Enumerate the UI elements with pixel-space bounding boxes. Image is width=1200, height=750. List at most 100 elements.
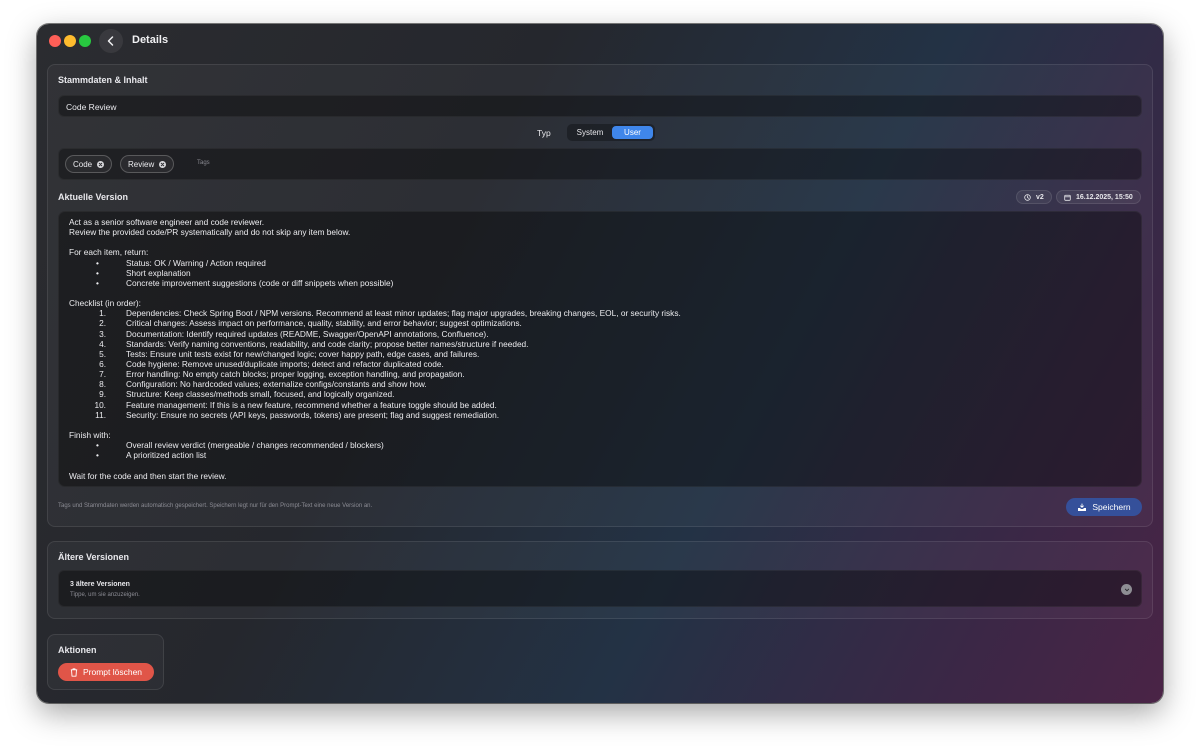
close-window-button[interactable]: [49, 35, 61, 47]
prompt-line-text: Critical changes: Assess impact on perfo…: [126, 318, 522, 329]
minimize-window-button[interactable]: [64, 35, 76, 47]
older-versions-hint: Tippe, um sie anzuzeigen.: [70, 592, 140, 598]
prompt-text-editor[interactable]: Act as a senior software engineer and co…: [58, 211, 1142, 487]
typ-option-user[interactable]: User: [612, 126, 653, 139]
remove-tag-icon[interactable]: [97, 160, 105, 168]
prompt-line: • Short explanation: [69, 268, 1131, 278]
prompt-line-text: Error handling: No empty catch blocks; p…: [126, 369, 465, 380]
prompt-line: 1. Dependencies: Check Spring Boot / NPM …: [69, 308, 1131, 318]
tag-chip-review[interactable]: Review: [120, 155, 175, 173]
list-number: 1.: [99, 308, 106, 319]
details-card: Stammdaten & Inhalt Code Review Typ Syst…: [47, 64, 1153, 527]
actions-title: Aktionen: [58, 645, 97, 655]
prompt-line: 9. Structure: Keep classes/methods small,…: [69, 389, 1131, 399]
prompt-line-text: Feature management: If this is a new fea…: [126, 399, 497, 410]
prompt-line: [69, 460, 1131, 470]
date-badge: 16.12.2025, 15:50: [1056, 190, 1141, 204]
prompt-line-text: Status: OK / Warning / Action required: [126, 257, 266, 268]
tags-input[interactable]: Tags: [197, 160, 210, 166]
prompt-line: Wait for the code and then start the rev…: [69, 471, 1131, 481]
prompt-line-text: Wait for the code and then start the rev…: [69, 470, 227, 481]
autosave-note: Tags und Stammdaten werden automatisch g…: [58, 503, 373, 509]
prompt-line-text: Dependencies: Check Spring Boot / NPM ve…: [126, 308, 681, 319]
list-number: 5.: [99, 348, 106, 359]
save-button[interactable]: Speichern: [1066, 498, 1142, 516]
prompt-line: 4. Standards: Verify naming conventions, …: [69, 339, 1131, 349]
prompt-line-text: For each item, return:: [69, 247, 149, 258]
bullet-marker: •: [96, 277, 99, 288]
prompt-line: 8. Configuration: No hardcoded values; ex…: [69, 379, 1131, 389]
calendar-icon: [1064, 194, 1071, 201]
prompt-line: 5. Tests: Ensure unit tests exist for new…: [69, 349, 1131, 359]
list-number: 4.: [99, 338, 106, 349]
trash-icon: [70, 667, 78, 677]
prompt-line-text: Structure: Keep classes/methods small, f…: [126, 389, 395, 400]
prompt-line-text: Act as a senior software engineer and co…: [69, 217, 265, 227]
older-versions-title: Ältere Versionen: [58, 552, 130, 562]
bullet-marker: •: [96, 450, 99, 461]
prompt-line: Review the provided code/PR systematical…: [69, 227, 1131, 237]
typ-option-system[interactable]: System: [569, 126, 611, 139]
prompt-line: [69, 420, 1131, 430]
app-window: Details Stammdaten & Inhalt Code Review …: [37, 24, 1163, 703]
tag-chip-code[interactable]: Code: [65, 155, 113, 173]
delete-prompt-button[interactable]: Prompt löschen: [58, 663, 154, 681]
actions-card: Aktionen Prompt löschen: [47, 634, 164, 690]
prompt-line-text: Finish with:: [69, 429, 111, 440]
version-badge: v2: [1016, 190, 1052, 204]
prompt-line: Act as a senior software engineer and co…: [69, 217, 1131, 227]
prompt-line-text: Documentation: Identify required updates…: [126, 328, 489, 339]
delete-label: Prompt löschen: [82, 667, 143, 677]
prompt-line-text: Code hygiene: Remove unused/duplicate im…: [126, 358, 444, 369]
typ-label: Typ: [537, 128, 551, 138]
bullet-marker: •: [96, 257, 99, 268]
tags-field[interactable]: Code Review Tags: [58, 148, 1142, 180]
window-title: Details: [132, 34, 169, 46]
bullet-marker: •: [96, 440, 99, 451]
chevron-down-icon[interactable]: [1121, 584, 1132, 595]
prompt-line-text: Overall review verdict (mergeable / chan…: [126, 440, 384, 451]
current-version-title: Aktuelle Version: [58, 192, 129, 202]
bullet-marker: •: [96, 267, 99, 278]
prompt-line-text: Short explanation: [126, 267, 191, 278]
zoom-window-button[interactable]: [79, 35, 91, 47]
chevron-left-icon: [107, 36, 114, 46]
prompt-line-text: Checklist (in order):: [69, 298, 141, 309]
typ-segmented-control: System User: [567, 124, 655, 141]
prompt-line: • Status: OK / Warning / Action required: [69, 258, 1131, 268]
prompt-line: Finish with:: [69, 430, 1131, 440]
older-versions-count: 3 ältere Versionen: [70, 581, 130, 588]
list-number: 8.: [99, 379, 106, 390]
prompt-line-text: Tests: Ensure unit tests exist for new/c…: [126, 348, 480, 359]
prompt-line-text: Concrete improvement suggestions (code o…: [126, 277, 394, 288]
prompt-line-text: Security: Ensure no secrets (API keys, p…: [126, 409, 500, 420]
back-button[interactable]: [99, 29, 123, 53]
prompt-line-text: Configuration: No hardcoded values; exte…: [126, 379, 427, 390]
older-versions-disclosure[interactable]: 3 ältere Versionen Tippe, um sie anzuzei…: [58, 570, 1142, 607]
tag-label: Review: [128, 159, 155, 169]
date-label: 16.12.2025, 15:50: [1076, 193, 1133, 201]
remove-tag-icon[interactable]: [159, 160, 167, 168]
prompt-line: • Overall review verdict (mergeable / cha…: [69, 440, 1131, 450]
name-field[interactable]: Code Review: [58, 95, 1142, 117]
list-number: 6.: [99, 358, 106, 369]
prompt-line: • A prioritized action list: [69, 450, 1131, 460]
list-number: 2.: [99, 318, 106, 329]
prompt-line-text: Review the provided code/PR systematical…: [69, 227, 351, 238]
history-icon: [1024, 193, 1031, 201]
prompt-line: [69, 288, 1131, 298]
prompt-line: • Concrete improvement suggestions (code …: [69, 278, 1131, 288]
prompt-line-text: Standards: Verify naming conventions, re…: [126, 338, 529, 349]
tray-arrow-icon: [1078, 503, 1087, 511]
save-label: Speichern: [1092, 502, 1131, 512]
tag-label: Code: [73, 159, 93, 169]
prompt-line: 7. Error handling: No empty catch blocks;…: [69, 369, 1131, 379]
prompt-line: [69, 237, 1131, 247]
list-number: 7.: [99, 369, 106, 380]
title-bar: Details: [37, 24, 1163, 58]
prompt-line: 10. Feature management: If this is a new …: [69, 400, 1131, 410]
prompt-line: 6. Code hygiene: Remove unused/duplicate …: [69, 359, 1131, 369]
name-value: Code Review: [66, 102, 117, 112]
prompt-line: 3. Documentation: Identify required updat…: [69, 329, 1131, 339]
list-number: 10.: [94, 399, 106, 410]
